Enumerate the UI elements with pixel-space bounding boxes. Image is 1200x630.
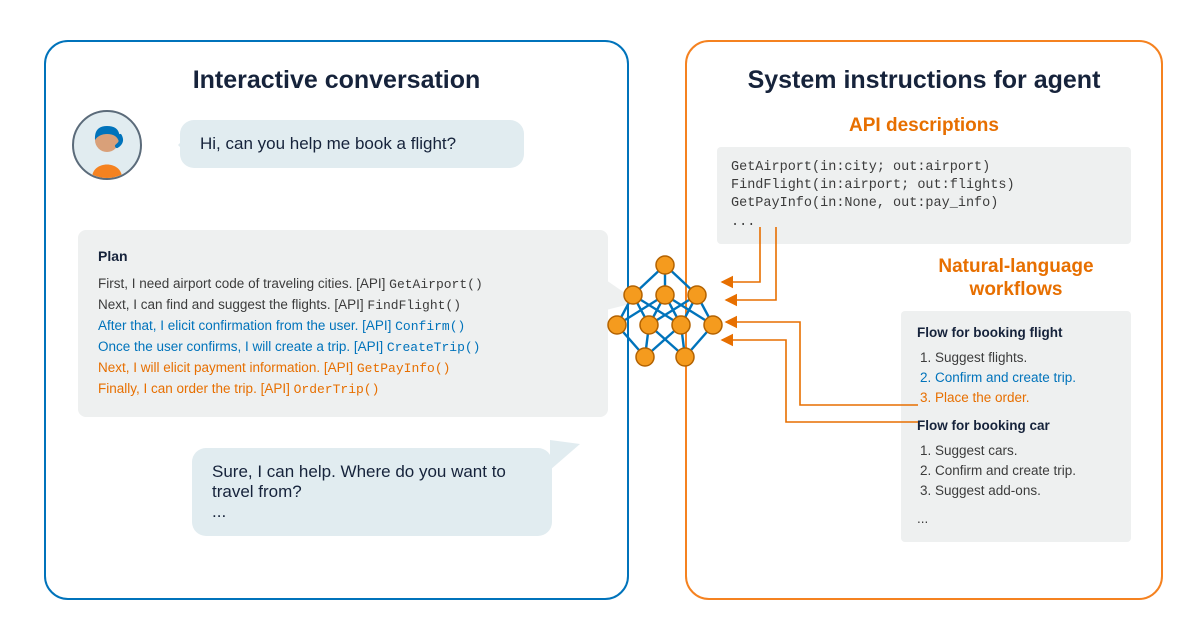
agent-message-bubble: Sure, I can help. Where do you want to t… (192, 448, 552, 536)
workflows-subtitle: Natural-language workflows (901, 256, 1131, 302)
left-panel-title: Interactive conversation (76, 66, 597, 95)
plan-line: After that, I elicit confirmation from t… (98, 316, 588, 337)
plan-line: First, I need airport code of traveling … (98, 274, 588, 295)
user-avatar (72, 110, 142, 180)
right-panel-title: System instructions for agent (717, 66, 1131, 95)
plan-line: Next, I will elicit payment information.… (98, 358, 588, 379)
agent-message-line2: ... (212, 502, 532, 522)
workflows-box: Flow for booking flight Suggest flights.… (901, 311, 1131, 541)
plan-heading: Plan (98, 246, 588, 266)
flow-car-title: Flow for booking car (917, 416, 1115, 436)
flow-step: Place the order. (935, 388, 1115, 408)
flow-step: Confirm and create trip. (935, 368, 1115, 388)
plan-line: Next, I can find and suggest the flights… (98, 295, 588, 316)
flow-flight-list: Suggest flights.Confirm and create trip.… (917, 348, 1115, 409)
system-instructions-panel: System instructions for agent API descri… (685, 40, 1163, 600)
flow-step: Confirm and create trip. (935, 461, 1115, 481)
flow-flight-title: Flow for booking flight (917, 323, 1115, 343)
flow-step: Suggest add-ons. (935, 481, 1115, 501)
api-code-box: GetAirport(in:city; out:airport) FindFli… (717, 147, 1131, 244)
flow-step: Suggest flights. (935, 348, 1115, 368)
avatar-icon (77, 118, 137, 178)
flow-step: Suggest cars. (935, 441, 1115, 461)
flow-car-trailing: ... (917, 509, 1115, 529)
neural-network-icon (605, 253, 725, 373)
plan-lines: First, I need airport code of traveling … (98, 274, 588, 399)
plan-line: Once the user confirms, I will create a … (98, 337, 588, 358)
agent-message-line1: Sure, I can help. Where do you want to t… (212, 462, 532, 502)
flow-car-list: Suggest cars.Confirm and create trip.Sug… (917, 441, 1115, 502)
api-descriptions-subtitle: API descriptions (717, 115, 1131, 137)
user-message-bubble: Hi, can you help me book a flight? (180, 120, 524, 168)
workflows-section: Natural-language workflows Flow for book… (717, 256, 1131, 542)
plan-line: Finally, I can order the trip. [API] Ord… (98, 379, 588, 400)
user-message-text: Hi, can you help me book a flight? (200, 134, 456, 153)
plan-box: Plan First, I need airport code of trave… (78, 230, 608, 417)
